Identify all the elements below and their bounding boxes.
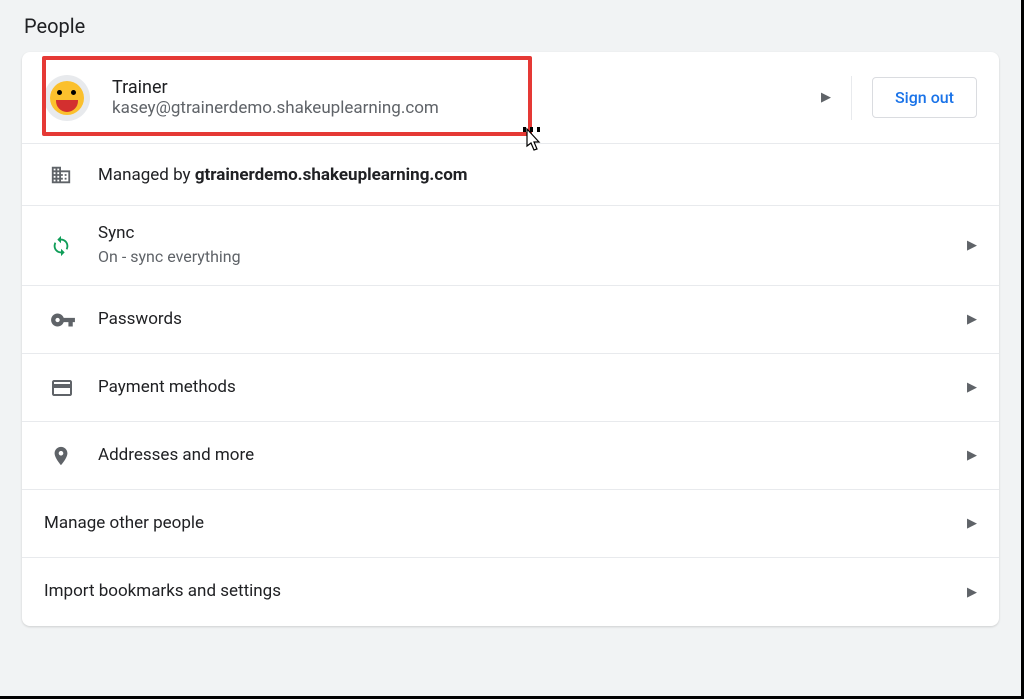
chevron-right-icon: ▶ [821,90,831,105]
payment-label: Payment methods [98,376,955,400]
profile-row[interactable]: Trainer kasey@gtrainerdemo.shakeuplearni… [22,52,999,144]
chevron-right-icon: ▶ [967,448,977,463]
avatar [44,75,90,121]
chevron-right-icon: ▶ [967,312,977,327]
organization-icon [44,164,98,186]
credit-card-icon [44,376,98,400]
sync-status: On - sync everything [98,246,955,268]
managed-by-text: Managed by gtrainerdemo.shakeuplearning.… [98,165,977,185]
import-label: Import bookmarks and settings [44,580,955,604]
sign-out-button[interactable]: Sign out [872,77,977,118]
section-header: People [22,14,999,38]
sync-row[interactable]: Sync On - sync everything ▶ [22,206,999,286]
location-icon [44,445,98,467]
payment-methods-row[interactable]: Payment methods ▶ [22,354,999,422]
divider [851,76,852,120]
people-card: Trainer kasey@gtrainerdemo.shakeuplearni… [22,52,999,626]
chevron-right-icon: ▶ [967,380,977,395]
chevron-right-icon: ▶ [967,516,977,531]
passwords-row[interactable]: Passwords ▶ [22,286,999,354]
chevron-right-icon: ▶ [967,238,977,253]
chevron-right-icon: ▶ [967,585,977,600]
addresses-row[interactable]: Addresses and more ▶ [22,422,999,490]
profile-email: kasey@gtrainerdemo.shakeuplearning.com [112,98,809,118]
addresses-label: Addresses and more [98,444,955,468]
managed-by-row: Managed by gtrainerdemo.shakeuplearning.… [22,144,999,206]
sync-icon [44,235,98,257]
key-icon [44,307,98,333]
passwords-label: Passwords [98,308,955,332]
manage-people-row[interactable]: Manage other people ▶ [22,490,999,558]
manage-people-label: Manage other people [44,512,955,536]
import-bookmarks-row[interactable]: Import bookmarks and settings ▶ [22,558,999,626]
profile-name: Trainer [112,77,809,98]
sync-title: Sync [98,222,955,246]
